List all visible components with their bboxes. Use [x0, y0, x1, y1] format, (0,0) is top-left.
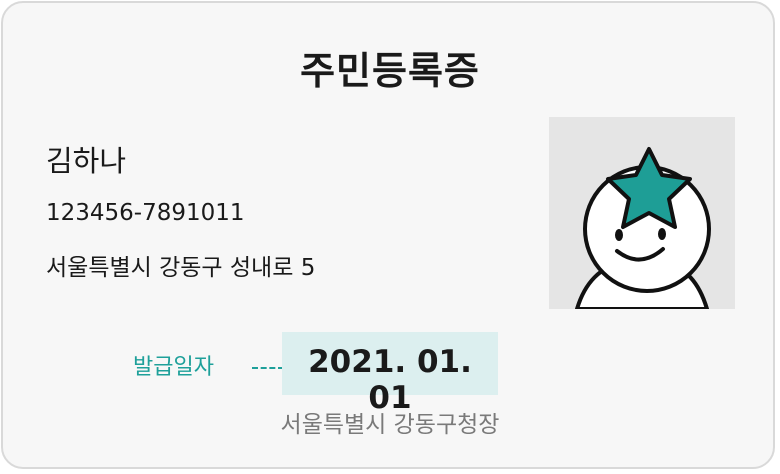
holder-address: 서울특별시 강동구 성내로 5: [46, 255, 316, 281]
issue-date-highlight: 2021. 01. 01: [282, 332, 498, 416]
issuing-authority: 서울특별시 강동구청장: [280, 412, 500, 438]
card-title: 주민등록증: [300, 49, 480, 93]
id-photo: [549, 117, 735, 309]
star-head-character-icon: [575, 147, 711, 309]
holder-name: 김하나: [46, 144, 127, 178]
issue-date-label: 발급일자: [133, 355, 214, 380]
dashed-connector: [252, 367, 284, 369]
resident-registration-number: 123456-7891011: [46, 200, 245, 226]
